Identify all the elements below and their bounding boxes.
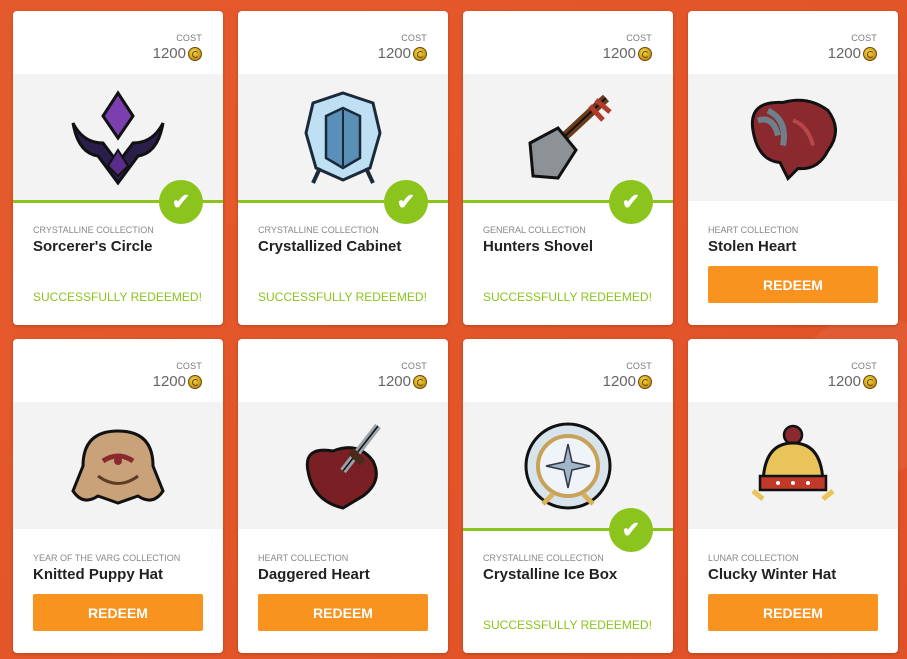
ice-box-icon <box>524 422 612 509</box>
daggered-heart-icon <box>305 423 381 510</box>
cost-value: 1200 <box>378 373 427 390</box>
checkmark-icon: ✔ <box>609 180 653 224</box>
item-name: Hunters Shovel <box>483 238 594 255</box>
item-image <box>688 402 898 529</box>
cost-value: 1200 <box>153 45 202 62</box>
reward-card-hunters-shovel: COST 1200 ✔ GENERAL COLLECTION Hunters S… <box>463 11 673 325</box>
redeemed-status: SUCCESSFULLY REDEEMED! <box>483 618 652 632</box>
coin-icon <box>638 46 652 61</box>
winter-hat-icon <box>751 424 835 501</box>
redeem-button[interactable]: REDEEM <box>708 594 878 631</box>
redeemed-status: SUCCESSFULLY REDEEMED! <box>33 290 202 304</box>
checkmark-icon: ✔ <box>384 180 428 224</box>
collection-label: CRYSTALLINE COLLECTION <box>258 225 379 235</box>
reward-card-stolen-heart: COST 1200 HEART COLLECTION Stolen Heart … <box>688 11 898 325</box>
cost-value: 1200 <box>603 45 652 62</box>
puppy-hat-icon <box>71 428 165 505</box>
heart-icon <box>750 98 837 181</box>
cost-label: COST <box>626 33 652 43</box>
cost-value: 1200 <box>153 373 202 390</box>
item-name: Stolen Heart <box>708 238 797 255</box>
reward-card-crystalline-ice-box: COST 1200 ✔ CRYSTALLINE COLLECTION Cryst… <box>463 339 673 653</box>
item-image <box>688 74 898 201</box>
cost-label: COST <box>176 33 202 43</box>
item-name: Crystallized Cabinet <box>258 238 402 255</box>
item-image <box>13 402 223 529</box>
collection-label: CRYSTALLINE COLLECTION <box>483 553 604 563</box>
collection-label: LUNAR COLLECTION <box>708 553 799 563</box>
item-name: Daggered Heart <box>258 566 370 583</box>
coin-icon <box>863 46 877 61</box>
collection-label: GENERAL COLLECTION <box>483 225 586 235</box>
reward-card-daggered-heart: COST 1200 HEART COLLECTION Daggered Hear… <box>238 339 448 653</box>
redeem-button[interactable]: REDEEM <box>708 266 878 303</box>
coin-icon <box>413 374 427 389</box>
checkmark-icon: ✔ <box>159 180 203 224</box>
item-name: Knitted Puppy Hat <box>33 566 163 583</box>
cost-value: 1200 <box>603 373 652 390</box>
cost-label: COST <box>626 361 652 371</box>
coin-icon <box>188 46 202 61</box>
cost-value: 1200 <box>828 45 877 62</box>
item-name: Sorcerer's Circle <box>33 238 153 255</box>
reward-card-clucky-winter-hat: COST 1200 LUNAR COLLECTION Clucky Winter… <box>688 339 898 653</box>
reward-card-crystallized-cabinet: COST 1200 ✔ CRYSTALLINE COLLECTION Cryst… <box>238 11 448 325</box>
item-name: Crystalline Ice Box <box>483 566 618 583</box>
cost-value: 1200 <box>828 373 877 390</box>
cost-label: COST <box>401 361 427 371</box>
redeem-button[interactable]: REDEEM <box>258 594 428 631</box>
redeemed-status: SUCCESSFULLY REDEEMED! <box>483 290 652 304</box>
collection-label: CRYSTALLINE COLLECTION <box>33 225 154 235</box>
item-name: Clucky Winter Hat <box>708 566 837 583</box>
cost-label: COST <box>851 33 877 43</box>
collection-label: HEART COLLECTION <box>258 553 349 563</box>
collection-label: YEAR OF THE VARG COLLECTION <box>33 553 181 563</box>
coin-icon <box>863 374 877 389</box>
cost-label: COST <box>851 361 877 371</box>
cost-label: COST <box>401 33 427 43</box>
crystallized-cabinet-icon <box>304 90 382 184</box>
redeemed-status: SUCCESSFULLY REDEEMED! <box>258 290 427 304</box>
item-image <box>238 402 448 529</box>
coin-icon <box>638 374 652 389</box>
coin-icon <box>413 46 427 61</box>
reward-card-knitted-puppy-hat: COST 1200 YEAR OF THE VARG COLLECTION Kn… <box>13 339 223 653</box>
sorcerers-circle-icon <box>71 89 165 186</box>
cost-value: 1200 <box>378 45 427 62</box>
collection-label: HEART COLLECTION <box>708 225 799 235</box>
shovel-icon <box>528 94 612 180</box>
redeem-button[interactable]: REDEEM <box>33 594 203 631</box>
checkmark-icon: ✔ <box>609 508 653 552</box>
reward-card-sorcerers-circle: COST 1200 ✔ CRYSTALLINE COLLECTION Sorce… <box>13 11 223 325</box>
coin-icon <box>188 374 202 389</box>
cost-label: COST <box>176 361 202 371</box>
